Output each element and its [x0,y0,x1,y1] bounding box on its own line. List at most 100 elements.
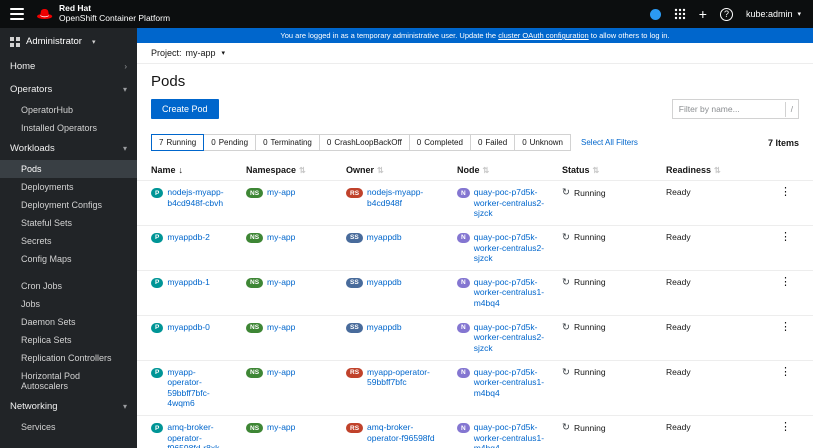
project-selector[interactable]: Project: my-app ▾ [137,43,813,64]
import-plus-icon[interactable]: + [699,7,707,21]
column-header-namespace[interactable]: Namespace ⇅ [238,159,338,181]
column-header-status[interactable]: Status ⇅ [554,159,658,181]
p-badge-icon: P [151,322,164,333]
filter-chip-unknown[interactable]: 0 Unknown [514,134,571,151]
sidebar-section-operators[interactable]: Operators ▾ [0,78,137,101]
sort-icon[interactable]: ⇅ [483,166,490,175]
column-header-node[interactable]: Node ⇅ [449,159,554,181]
p-badge-icon: P [151,367,164,378]
owner-link[interactable]: nodejs-myapp-b4cd948f [367,187,441,208]
kebab-menu-icon[interactable]: ⋮ [780,276,791,288]
kebab-menu-icon[interactable]: ⋮ [780,321,791,333]
pod-name-link[interactable]: myapp-operator-59bbff7bfc-4wqm6 [167,367,230,410]
filter-chip-running[interactable]: 7 Running [151,134,205,151]
app-launcher-icon[interactable] [674,8,686,20]
status-text: Running [573,422,606,433]
pod-name-link[interactable]: myappdb-2 [167,232,210,243]
owner-link[interactable]: myapp-operator-59bbff7bfc [367,367,441,388]
namespace-link[interactable]: my-app [267,187,295,198]
sidebar-item-secrets[interactable]: Secrets [0,232,137,250]
node-link[interactable]: quay-poc-p7d5k-worker-centralus2-sjzck [474,322,546,354]
sidebar-section-label: Networking [10,401,58,412]
help-icon[interactable]: ? [719,7,733,21]
owner-link[interactable]: amq-broker-operator-f96598fd [367,422,441,443]
pod-name-link[interactable]: amq-broker-operator-f96598fd-r8xk [167,422,230,448]
filter-chip-failed[interactable]: 0 Failed [469,134,516,151]
node-link[interactable]: quay-poc-p7d5k-worker-centralus1-m4bq4 [474,367,546,399]
column-header-readiness[interactable]: Readiness ⇅ [658,159,744,181]
sort-icon[interactable]: ⇅ [714,166,721,175]
filter-by-name-input[interactable] [672,104,785,114]
kebab-menu-icon[interactable]: ⋮ [780,187,791,198]
sidebar-item-stateful-sets[interactable]: Stateful Sets [0,214,137,232]
create-pod-button[interactable]: Create Pod [151,99,219,119]
sort-desc-icon[interactable]: ↓ [179,165,184,175]
hamburger-menu-icon[interactable] [10,8,24,20]
sidebar-item-deployments[interactable]: Deployments [0,178,137,196]
filter-chip-count: 0 [211,138,216,147]
redhat-hat-icon [37,8,53,19]
sort-icon[interactable]: ⇅ [299,166,306,175]
pod-status: ↻ Running [562,187,650,198]
column-header-owner[interactable]: Owner ⇅ [338,159,449,181]
pod-name-link[interactable]: myappdb-1 [167,277,210,288]
namespace-link[interactable]: my-app [267,277,295,288]
node-link[interactable]: quay-poc-p7d5k-worker-centralus1-m4bq4 [474,277,546,309]
filter-box: / [671,99,799,119]
pod-name-link[interactable]: nodejs-myapp-b4cd948f-cbvh [167,187,230,208]
pod-name-link[interactable]: myappdb-0 [167,322,210,333]
sidebar-item-horizontal-pod-autoscalers[interactable]: Horizontal Pod Autoscalers [0,367,137,395]
owner-link[interactable]: myappdb [367,322,402,333]
masthead: Red Hat OpenShift Container Platform + ?… [0,0,813,28]
namespace-link[interactable]: my-app [267,322,295,333]
namespace-link[interactable]: my-app [267,232,295,243]
sidebar-item-config-maps[interactable]: Config Maps [0,250,137,268]
kebab-menu-icon[interactable]: ⋮ [780,422,791,433]
filter-chip-pending[interactable]: 0 Pending [203,134,257,151]
sort-icon[interactable]: ⇅ [377,166,384,175]
column-header-name[interactable]: Name ↓ [137,159,238,181]
namespace-link[interactable]: my-app [267,367,295,378]
kebab-menu-icon[interactable]: ⋮ [780,366,791,378]
sidebar-section-networking[interactable]: Networking ▾ [0,395,137,418]
node-link[interactable]: quay-poc-p7d5k-worker-centralus1-m4bq4 [474,422,546,448]
brand-logo: Red Hat OpenShift Container Platform [36,3,170,24]
sidebar-item-pods[interactable]: Pods [0,160,137,178]
sidebar-item-deployment-configs[interactable]: Deployment Configs [0,196,137,214]
sidebar-item-services[interactable]: Services [0,418,137,436]
sync-running-icon: ↻ [562,422,570,433]
filter-chip-count: 0 [522,138,527,147]
kebab-menu-icon[interactable]: ⋮ [780,231,791,243]
node-link[interactable]: quay-poc-p7d5k-worker-centralus2-sjzck [474,187,546,219]
node-link[interactable]: quay-poc-p7d5k-worker-centralus2-sjzck [474,232,546,264]
sidebar-item-installed-operators[interactable]: Installed Operators [0,119,137,137]
namespace-link[interactable]: my-app [267,422,295,433]
sidebar-item-cron-jobs[interactable]: Cron Jobs [0,277,137,295]
pod-readiness: Ready [658,224,744,271]
select-all-filters-link[interactable]: Select All Filters [581,138,638,147]
notification-icon[interactable] [649,8,661,20]
owner-link[interactable]: myappdb [367,277,402,288]
sidebar-item-replication-controllers[interactable]: Replication Controllers [0,349,137,367]
sort-icon[interactable]: ⇅ [593,166,600,175]
owner-link[interactable]: myappdb [367,232,402,243]
column-header-label: Status [562,165,590,175]
sidebar-item-jobs[interactable]: Jobs [0,295,137,313]
filter-chip-terminating[interactable]: 0 Terminating [255,134,320,151]
sidebar-item-replica-sets[interactable]: Replica Sets [0,331,137,349]
sidebar-section-workloads[interactable]: Workloads ▾ [0,137,137,160]
pod-readiness: Ready [658,415,744,448]
sidebar-item-operatorhub[interactable]: OperatorHub [0,101,137,119]
user-menu[interactable]: kube:admin ▾ [746,9,801,19]
status-text: Running [573,277,606,288]
sidebar-section-home[interactable]: Home › [0,55,137,78]
filter-chip-crashloopbackoff[interactable]: 0 CrashLoopBackOff [318,134,410,151]
perspective-switcher[interactable]: Administrator ▾ [0,28,137,55]
status-text: Running [573,322,606,333]
filter-chip-completed[interactable]: 0 Completed [408,134,471,151]
sidebar-item-daemon-sets[interactable]: Daemon Sets [0,313,137,331]
oauth-config-link[interactable]: cluster OAuth configuration [498,31,588,40]
pod-status: ↻ Running [562,232,650,243]
filter-chip-count: 0 [477,138,483,147]
filter-chip-label: Unknown [529,138,563,147]
